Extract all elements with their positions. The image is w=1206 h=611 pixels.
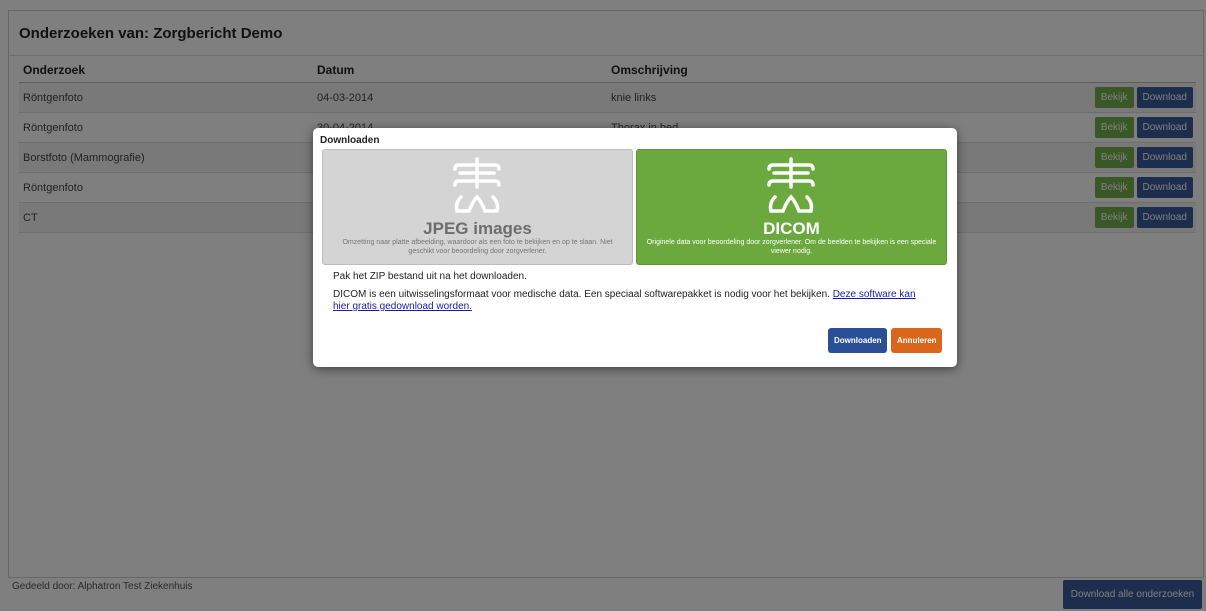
dicom-option-title: DICOM <box>763 219 820 238</box>
dialog-download-button[interactable]: Downloaden <box>828 328 887 353</box>
dicom-note-text: DICOM is een uitwisselingsformaat voor m… <box>333 289 830 300</box>
zip-note: Pak het ZIP bestand uit na het downloade… <box>333 271 527 282</box>
jpeg-option-description: Omzetting naar platte afbeelding, waardo… <box>342 239 613 255</box>
jpeg-option[interactable]: JPEG images Omzetting naar platte afbeel… <box>322 149 633 265</box>
dicom-option-description: Originele data voor beoordeling door zor… <box>646 239 937 255</box>
dicom-option[interactable]: DICOM Originele data voor beoordeling do… <box>636 149 947 265</box>
dicom-note: DICOM is een uitwisselingsformaat voor m… <box>333 289 933 313</box>
ribcage-xray-icon <box>767 157 815 213</box>
download-dialog: Downloaden JPEG images Omzetting naar pl… <box>313 128 957 367</box>
jpeg-option-title: JPEG images <box>423 219 532 238</box>
dialog-title: Downloaden <box>320 135 380 146</box>
ribcage-xray-icon <box>453 157 501 213</box>
dialog-cancel-button[interactable]: Annuleren <box>891 328 942 353</box>
